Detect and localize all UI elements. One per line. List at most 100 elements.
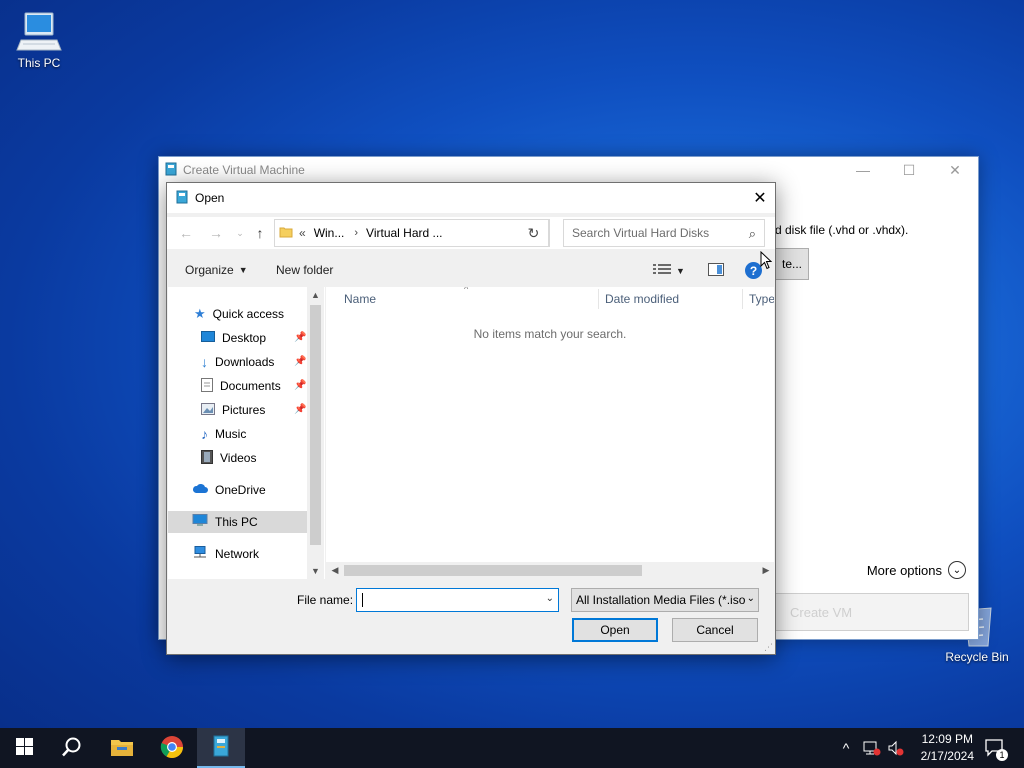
new-folder-button[interactable]: New folder	[276, 263, 333, 277]
app-icon	[165, 162, 177, 179]
column-header-type[interactable]: Type	[749, 287, 774, 311]
network-status-icon[interactable]	[860, 728, 884, 768]
address-segment[interactable]: Virtual Hard ...	[366, 226, 442, 240]
nav-quick-access[interactable]: ★ Quick access	[194, 303, 284, 325]
nav-network[interactable]: Network	[192, 543, 259, 565]
minimize-button[interactable]: —	[840, 157, 886, 183]
cancel-button-label: Cancel	[696, 623, 734, 637]
mouse-cursor-icon	[760, 250, 773, 273]
scroll-right-arrow-icon[interactable]: ▶	[758, 562, 774, 579]
nav-item-downloads[interactable]: ↓ Downloads	[201, 351, 274, 373]
up-arrow-icon[interactable]: ↑	[249, 223, 271, 243]
app-icon	[212, 735, 230, 760]
create-vm-button[interactable]: Create VM	[771, 593, 969, 631]
app-icon	[176, 190, 188, 207]
chevron-right-icon[interactable]: ›	[354, 227, 358, 239]
column-divider[interactable]	[742, 289, 743, 309]
address-segment[interactable]: Win...	[314, 226, 345, 240]
column-label: Type	[749, 292, 774, 306]
resize-grip-icon[interactable]: ⋰	[764, 642, 773, 653]
open-button[interactable]: Open	[572, 618, 658, 642]
nav-onedrive[interactable]: OneDrive	[192, 479, 266, 501]
preview-pane-button[interactable]	[708, 263, 724, 279]
taskbar-chrome[interactable]	[148, 728, 196, 768]
nav-label: Videos	[220, 451, 257, 465]
file-list-pane: ^ Name Date modified Type No items match…	[326, 287, 774, 579]
nav-label: Downloads	[215, 355, 275, 369]
taskbar-vm-app[interactable]	[197, 728, 245, 768]
download-arrow-icon: ↓	[201, 354, 208, 370]
nav-this-pc[interactable]: This PC	[168, 511, 307, 533]
file-type-value: All Installation Media Files (*.iso	[576, 593, 746, 607]
maximize-button[interactable]: ☐	[886, 157, 932, 183]
column-divider[interactable]	[598, 289, 599, 309]
vhd-description: rd disk file (.vhd or .vhdx).	[771, 223, 909, 237]
nav-item-documents[interactable]: Documents	[201, 375, 281, 397]
desktop-folder-icon	[201, 330, 215, 346]
refresh-button[interactable]: ↻	[519, 219, 549, 247]
browse-button[interactable]: te...	[771, 248, 809, 280]
forward-arrow-icon[interactable]: →	[205, 223, 227, 243]
chrome-icon	[160, 735, 184, 762]
nav-label: Quick access	[212, 307, 285, 321]
address-bar[interactable]: « Win... › Virtual Hard ... ⌄	[274, 219, 550, 247]
organize-label: Organize	[185, 263, 234, 277]
taskbar-file-explorer[interactable]	[98, 728, 146, 768]
nav-label: Desktop	[222, 331, 267, 345]
column-label: Date modified	[605, 292, 680, 306]
nav-item-videos[interactable]: Videos	[201, 447, 256, 469]
computer-icon	[192, 514, 208, 530]
taskbar: ^ 12:09 PM 2/17/2024 1	[0, 728, 1024, 768]
list-horizontal-scrollbar[interactable]: ◀ ▶	[326, 562, 774, 579]
desktop-icon-this-pc[interactable]: This PC	[2, 10, 76, 70]
system-clock[interactable]: 12:09 PM 2/17/2024	[921, 731, 974, 765]
picture-icon	[201, 402, 215, 418]
scroll-up-arrow-icon[interactable]: ▲	[307, 287, 324, 303]
folder-icon	[279, 225, 293, 242]
pin-icon: 📌	[294, 380, 307, 391]
show-hidden-icons-chevron-icon[interactable]: ^	[836, 728, 856, 768]
file-name-input[interactable]: ⌄	[356, 588, 559, 612]
cancel-button[interactable]: Cancel	[672, 618, 758, 642]
scroll-down-arrow-icon[interactable]: ▼	[307, 563, 324, 579]
preview-pane-icon	[708, 263, 724, 279]
address-overflow[interactable]: «	[299, 226, 306, 240]
nav-item-desktop[interactable]: Desktop	[201, 327, 266, 349]
empty-results-message: No items match your search.	[473, 327, 627, 341]
nav-item-pictures[interactable]: Pictures	[201, 399, 265, 421]
back-arrow-icon[interactable]: ←	[175, 223, 197, 243]
search-input[interactable]: Search Virtual Hard Disks ⌕	[563, 219, 765, 247]
clock-date: 2/17/2024	[920, 749, 974, 763]
open-file-dialog: Open ✕ ← → ⌄ ↑ « Win... › Virtual Hard .…	[166, 182, 776, 655]
scrollbar-thumb[interactable]	[344, 565, 642, 576]
chevron-down-icon[interactable]: ⌄	[546, 593, 554, 604]
dialog-titlebar[interactable]: Open	[167, 183, 775, 213]
organize-button[interactable]: Organize ▼	[185, 263, 248, 277]
nav-vertical-scrollbar[interactable]: ▲ ▼	[307, 287, 324, 579]
notification-center-button[interactable]: 1	[978, 728, 1012, 768]
scrollbar-thumb[interactable]	[310, 305, 321, 545]
notification-count-badge: 1	[996, 749, 1008, 761]
close-button[interactable]: ✕	[932, 157, 978, 183]
file-type-select[interactable]: All Installation Media Files (*.iso ⌄	[571, 588, 759, 612]
more-options[interactable]: More options ⌄	[867, 561, 966, 579]
nav-item-music[interactable]: ♪ Music	[201, 423, 246, 445]
close-button[interactable]: ✕	[745, 183, 775, 213]
search-button[interactable]	[48, 728, 96, 768]
pin-icon: 📌	[294, 404, 307, 415]
column-header-date-modified[interactable]: Date modified	[605, 287, 741, 311]
start-button[interactable]	[0, 728, 48, 768]
text-cursor	[362, 593, 363, 607]
chevron-down-icon[interactable]: ⌄	[744, 593, 755, 604]
search-placeholder: Search Virtual Hard Disks	[572, 226, 710, 240]
browse-label: te...	[782, 257, 803, 271]
scroll-left-arrow-icon[interactable]: ◀	[327, 562, 343, 579]
column-header-name[interactable]: Name	[344, 287, 594, 311]
more-options-label: More options	[866, 562, 942, 578]
search-icon: ⌕	[748, 226, 756, 241]
volume-muted-icon[interactable]	[884, 728, 908, 768]
recent-locations-chevron-icon[interactable]: ⌄	[229, 223, 251, 243]
chevron-down-icon: ⌄	[948, 561, 966, 579]
view-options-button[interactable]: ▼	[653, 263, 685, 278]
file-name-label: File name:	[297, 593, 354, 607]
